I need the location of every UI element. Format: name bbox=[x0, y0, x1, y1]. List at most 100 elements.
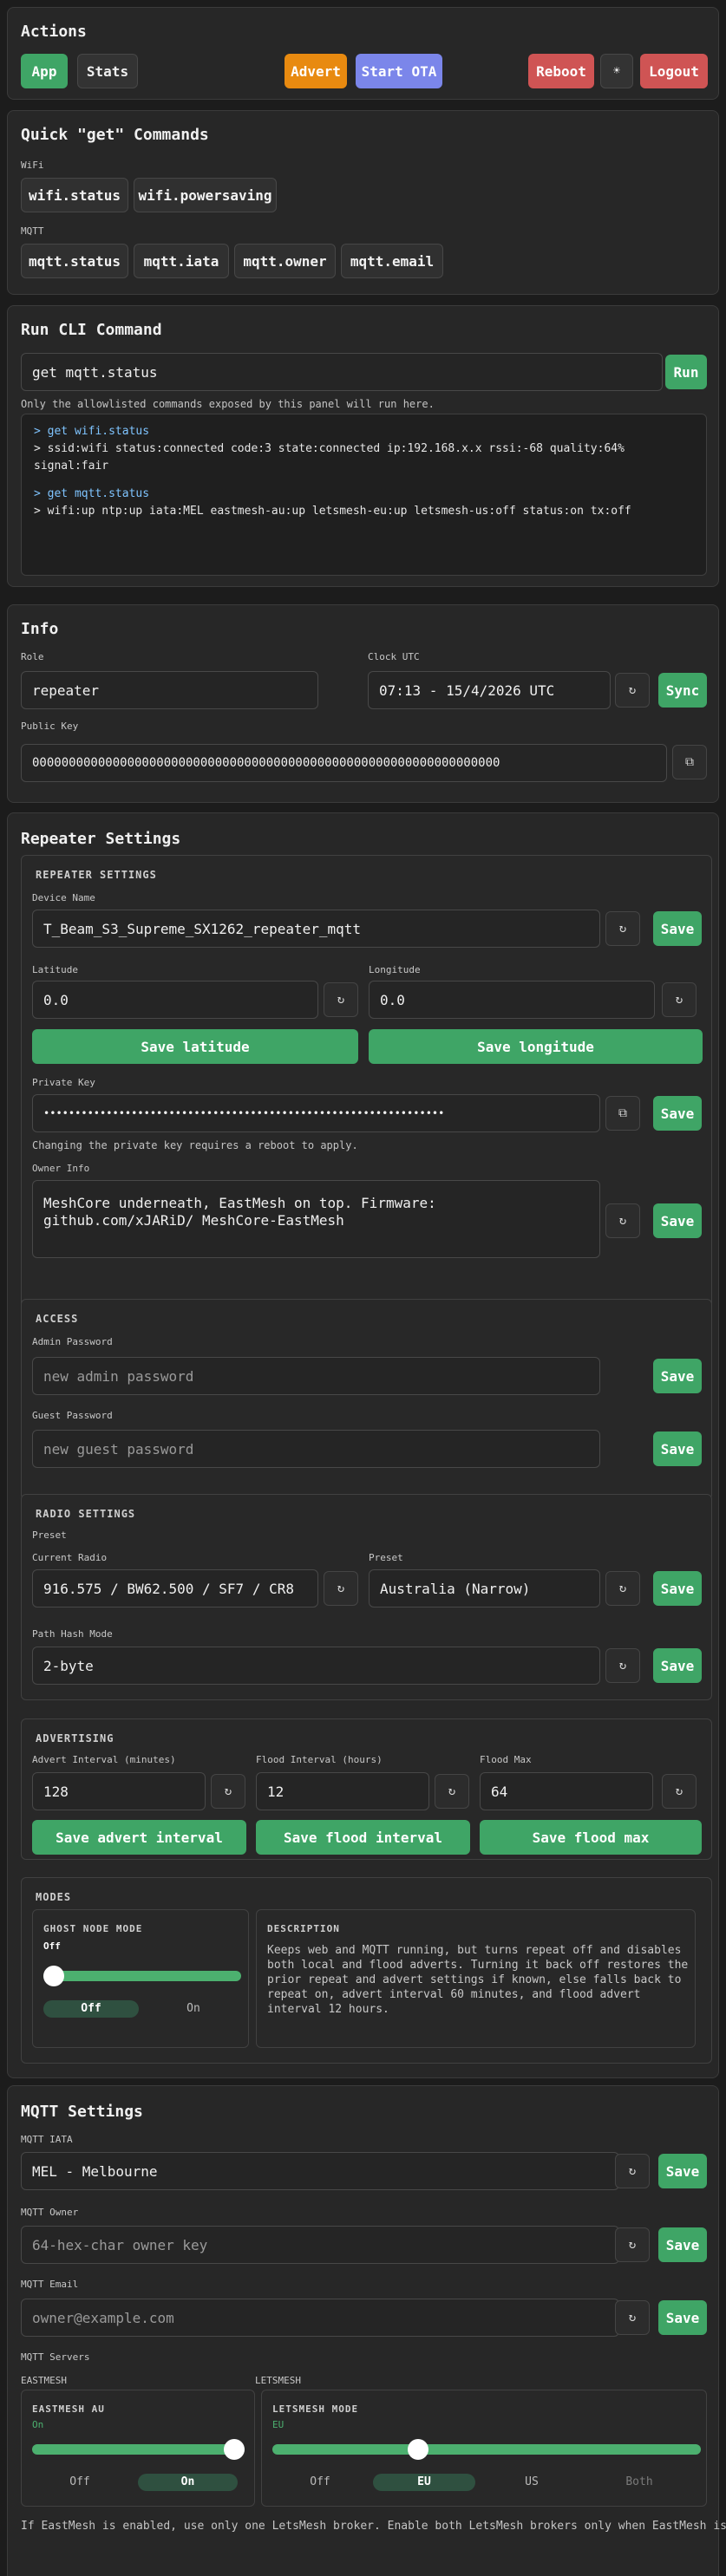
refresh-icon[interactable]: ↻ bbox=[615, 673, 650, 708]
owner-info-textarea[interactable]: MeshCore underneath, EastMesh on top. Fi… bbox=[32, 1180, 600, 1258]
mqtt-status-command[interactable]: mqtt.status bbox=[21, 244, 128, 278]
copy-icon[interactable]: ⧉ bbox=[605, 1096, 640, 1131]
letsmesh-us-option[interactable]: US bbox=[484, 2474, 579, 2491]
refresh-icon[interactable]: ↻ bbox=[615, 2154, 650, 2188]
advert-button[interactable]: Advert bbox=[285, 54, 347, 88]
preset-select[interactable]: Australia (Narrow) bbox=[369, 1569, 600, 1608]
save-button[interactable]: Save bbox=[653, 1648, 702, 1683]
mqtt-email-input[interactable]: owner@example.com bbox=[21, 2299, 619, 2337]
refresh-icon[interactable]: ↻ bbox=[662, 1774, 697, 1809]
flood-interval-input[interactable]: 12 bbox=[256, 1772, 429, 1810]
letsmesh-eu-option[interactable]: EU bbox=[373, 2474, 475, 2491]
mqtt-owner-label: MQTT Owner bbox=[21, 2207, 79, 2218]
letsmesh-both-option[interactable]: Both bbox=[592, 2474, 687, 2491]
refresh-icon[interactable]: ↻ bbox=[662, 982, 697, 1017]
eastmesh-on-option[interactable]: On bbox=[138, 2474, 238, 2491]
eastmesh-slider-handle[interactable] bbox=[224, 2439, 245, 2460]
mqtt-owner-input[interactable]: 64-hex-char owner key bbox=[21, 2226, 619, 2264]
save-flood-interval-button[interactable]: Save flood interval bbox=[256, 1820, 470, 1855]
save-button[interactable]: Save bbox=[653, 1359, 702, 1393]
ghost-node-slider[interactable] bbox=[43, 1971, 241, 1981]
actions-title: Actions bbox=[21, 23, 87, 41]
advert-interval-input[interactable]: 128 bbox=[32, 1772, 206, 1810]
save-button[interactable]: Save bbox=[653, 1571, 702, 1606]
section-heading: ADVERTISING bbox=[36, 1732, 114, 1745]
admin-password-input[interactable]: new admin password bbox=[32, 1357, 600, 1395]
start-ota-button[interactable]: Start OTA bbox=[356, 54, 442, 88]
ghost-node-off-option[interactable]: Off bbox=[43, 2000, 139, 2018]
save-button[interactable]: Save bbox=[653, 911, 702, 946]
description-panel: DESCRIPTION Keeps web and MQTT running, … bbox=[256, 1909, 696, 2048]
run-button[interactable]: Run bbox=[665, 355, 707, 389]
save-longitude-button[interactable]: Save longitude bbox=[369, 1029, 703, 1064]
current-radio-field: 916.575 / BW62.500 / SF7 / CR8 bbox=[32, 1569, 318, 1608]
repeater-settings-title: Repeater Settings bbox=[21, 830, 181, 848]
mqtt-iata-select[interactable]: MEL - Melbourne bbox=[21, 2152, 619, 2190]
refresh-icon[interactable]: ↻ bbox=[605, 1203, 640, 1238]
guest-password-input[interactable]: new guest password bbox=[32, 1430, 600, 1468]
eastmesh-label: EASTMESH bbox=[21, 2375, 67, 2386]
flood-max-input[interactable]: 64 bbox=[480, 1772, 653, 1810]
reboot-button[interactable]: Reboot bbox=[528, 54, 594, 88]
section-heading: REPEATER SETTINGS bbox=[36, 869, 157, 881]
repeater-settings-section: REPEATER SETTINGS Device Name T_Beam_S3_… bbox=[21, 855, 712, 1326]
save-button[interactable]: Save bbox=[658, 2300, 707, 2335]
refresh-icon[interactable]: ↻ bbox=[605, 911, 640, 946]
clock-field: 07:13 - 15/4/2026 UTC bbox=[368, 671, 611, 709]
mqtt-email-command[interactable]: mqtt.email bbox=[341, 244, 443, 278]
flood-max-label: Flood Max bbox=[480, 1754, 532, 1765]
public-key-label: Public Key bbox=[21, 721, 79, 732]
repeater-settings-card: Repeater Settings REPEATER SETTINGS Devi… bbox=[7, 812, 719, 2078]
path-hash-mode-select[interactable]: 2-byte bbox=[32, 1647, 600, 1685]
copy-icon[interactable]: ⧉ bbox=[672, 745, 707, 779]
refresh-icon[interactable]: ↻ bbox=[615, 2300, 650, 2335]
device-name-input[interactable]: T_Beam_S3_Supreme_SX1262_repeater_mqtt bbox=[32, 910, 600, 948]
admin-password-label: Admin Password bbox=[32, 1336, 113, 1347]
save-latitude-button[interactable]: Save latitude bbox=[32, 1029, 358, 1064]
private-key-input[interactable]: ••••••••••••••••••••••••••••••••••••••••… bbox=[32, 1094, 600, 1132]
longitude-input[interactable]: 0.0 bbox=[369, 981, 655, 1019]
path-hash-mode-label: Path Hash Mode bbox=[32, 1628, 113, 1640]
eastmesh-off-option[interactable]: Off bbox=[32, 2474, 128, 2491]
latitude-input[interactable]: 0.0 bbox=[32, 981, 318, 1019]
theme-toggle-icon[interactable]: ☀ bbox=[600, 54, 633, 88]
refresh-icon[interactable]: ↻ bbox=[615, 2227, 650, 2262]
ghost-node-slider-handle[interactable] bbox=[43, 1966, 64, 1986]
save-button[interactable]: Save bbox=[658, 2154, 707, 2188]
stats-button[interactable]: Stats bbox=[77, 54, 138, 88]
quick-commands-card: Quick "get" Commands WiFi wifi.status wi… bbox=[7, 110, 719, 295]
refresh-icon[interactable]: ↻ bbox=[605, 1648, 640, 1683]
save-button[interactable]: Save bbox=[653, 1203, 702, 1238]
save-flood-max-button[interactable]: Save flood max bbox=[480, 1820, 702, 1855]
cli-title: Run CLI Command bbox=[21, 321, 162, 339]
letsmesh-off-option[interactable]: Off bbox=[272, 2474, 368, 2491]
guest-password-label: Guest Password bbox=[32, 1410, 113, 1421]
refresh-icon[interactable]: ↻ bbox=[605, 1571, 640, 1606]
refresh-icon[interactable]: ↻ bbox=[324, 1571, 358, 1606]
letsmesh-slider-handle[interactable] bbox=[408, 2439, 428, 2460]
mqtt-iata-command[interactable]: mqtt.iata bbox=[134, 244, 229, 278]
section-heading: MODES bbox=[36, 1891, 72, 1903]
save-advert-interval-button[interactable]: Save advert interval bbox=[32, 1820, 246, 1855]
ghost-node-on-option[interactable]: On bbox=[146, 2000, 241, 2018]
logout-button[interactable]: Logout bbox=[640, 54, 708, 88]
refresh-icon[interactable]: ↻ bbox=[435, 1774, 469, 1809]
refresh-icon[interactable]: ↻ bbox=[324, 982, 358, 1017]
eastmesh-slider[interactable] bbox=[32, 2444, 245, 2455]
letsmesh-slider[interactable] bbox=[272, 2444, 701, 2455]
wifi-powersaving-command[interactable]: wifi.powersaving bbox=[134, 178, 277, 212]
cli-note: Only the allowlisted commands exposed by… bbox=[21, 398, 435, 410]
cli-input[interactable]: get mqtt.status bbox=[21, 353, 663, 391]
wifi-status-command[interactable]: wifi.status bbox=[21, 178, 128, 212]
actions-card: Actions App Stats Advert Start OTA Reboo… bbox=[7, 7, 719, 100]
save-button[interactable]: Save bbox=[653, 1096, 702, 1131]
cli-output-response: > wifi:up ntp:up iata:MEL eastmesh-au:up… bbox=[34, 505, 631, 518]
refresh-icon[interactable]: ↻ bbox=[211, 1774, 245, 1809]
preset-group-label: Preset bbox=[32, 1529, 67, 1541]
mqtt-owner-command[interactable]: mqtt.owner bbox=[234, 244, 336, 278]
save-button[interactable]: Save bbox=[658, 2227, 707, 2262]
sync-button[interactable]: Sync bbox=[658, 673, 707, 708]
save-button[interactable]: Save bbox=[653, 1431, 702, 1466]
mqtt-label: MQTT bbox=[21, 225, 44, 237]
app-button[interactable]: App bbox=[21, 54, 68, 88]
